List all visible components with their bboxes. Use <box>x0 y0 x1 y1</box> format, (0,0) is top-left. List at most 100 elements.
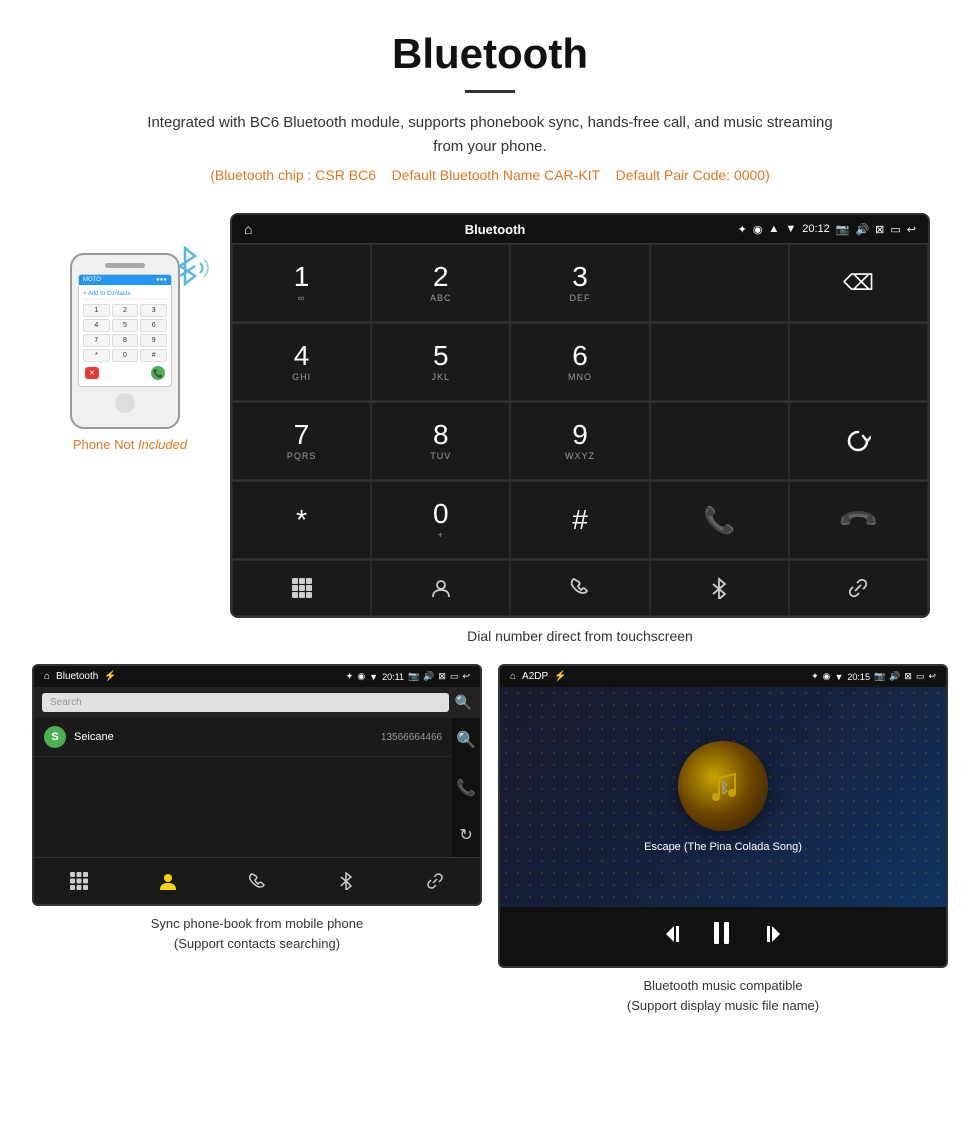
phone-container: MOTO ●●● + Add to Contacts 1 2 3 4 5 6 7… <box>50 213 210 452</box>
music-next-button[interactable] <box>761 923 783 951</box>
dial-key-5[interactable]: 5 JKL <box>371 323 510 401</box>
pb-right-refresh[interactable]: ↻ <box>456 819 476 851</box>
music-home-icon: ⌂ <box>510 671 516 682</box>
phonebook-caption: Sync phone-book from mobile phone (Suppo… <box>32 914 482 953</box>
phone-key-0[interactable]: 0 <box>112 349 139 362</box>
dial-bottom-bar <box>232 559 928 616</box>
spec-chip: Bluetooth chip : CSR BC6 <box>215 167 376 183</box>
dial-key-8[interactable]: 8 TUV <box>371 402 510 480</box>
dial-key-6[interactable]: 6 MNO <box>510 323 649 401</box>
back-icon: ↩ <box>907 223 916 236</box>
page-description: Integrated with BC6 Bluetooth module, su… <box>140 111 840 159</box>
pb-empty-space <box>34 757 452 857</box>
pb-win: ▭ <box>450 671 459 682</box>
dial-key-refresh[interactable] <box>789 402 928 480</box>
dial-key-empty-1 <box>650 244 789 322</box>
phone-key-8[interactable]: 8 <box>112 334 139 347</box>
phone-not-included-label: Phone Not Included <box>73 437 187 452</box>
music-status-left: ⌂ A2DP ⚡ <box>510 671 567 682</box>
camera-icon: 📷 <box>836 223 850 236</box>
pb-status-left: ⌂ Bluetooth ⚡ <box>44 671 117 682</box>
dial-key-1[interactable]: 1 ∞ <box>232 244 371 322</box>
pb-contact-list: S Seicane 13566664466 <box>34 718 452 857</box>
volume-icon: 🔊 <box>855 223 869 236</box>
phone-key-3[interactable]: 3 <box>140 304 167 317</box>
dial-key-call-red[interactable]: 📞 <box>789 481 928 559</box>
music-signal: ▼ <box>835 672 844 682</box>
phone-key-1[interactable]: 1 <box>83 304 110 317</box>
dial-key-3[interactable]: 3 DEF <box>510 244 649 322</box>
phone-not-text: Phone Not <box>73 437 138 452</box>
phone-key-star[interactable]: * <box>83 349 110 362</box>
pb-bottom-bar <box>34 857 480 904</box>
dial-key-hash[interactable]: # <box>510 481 649 559</box>
spec-name: Default Bluetooth Name CAR-KIT <box>392 167 601 183</box>
dial-key-0[interactable]: 0 + <box>371 481 510 559</box>
dial-key-4[interactable]: 4 GHI <box>232 323 371 401</box>
music-camera: 📷 <box>874 671 885 682</box>
phone-home-button[interactable] <box>115 393 135 413</box>
pb-search-icon[interactable]: 🔍 <box>455 694 472 711</box>
phone-key-9[interactable]: 9 <box>140 334 167 347</box>
dial-key-empty-4 <box>650 402 789 480</box>
phone-key-4[interactable]: 4 <box>83 319 110 332</box>
dial-key-2[interactable]: 2 ABC <box>371 244 510 322</box>
dial-keypad-row3: 7 PQRS 8 TUV 9 WXYZ <box>232 401 928 480</box>
pb-contact-number: 13566664466 <box>381 732 442 743</box>
pb-search-placeholder: Search <box>50 697 82 708</box>
dial-contacts-icon[interactable] <box>371 560 510 616</box>
dial-key-call-green[interactable]: 📞 <box>650 481 789 559</box>
music-play-button[interactable] <box>709 919 737 954</box>
dial-bluetooth-icon[interactable] <box>650 560 789 616</box>
phone-key-6[interactable]: 6 <box>140 319 167 332</box>
bottom-screenshots: ⌂ Bluetooth ⚡ ✦ ◉ ▼ 20:11 📷 🔊 ⊠ ▭ ↩ <box>0 644 980 1035</box>
music-win: ▭ <box>916 671 925 682</box>
music-x: ⊠ <box>904 671 912 682</box>
dial-status-bar: ⌂ Bluetooth ✦ ◉ ▲ ▼ 20:12 📷 🔊 ⊠ ▭ ↩ <box>232 215 928 243</box>
pb-right-call[interactable]: 📞 <box>456 772 476 804</box>
pb-x: ⊠ <box>438 671 446 682</box>
pb-contact-avatar: S <box>44 726 66 748</box>
pb-loc-icon: ◉ <box>357 671 365 682</box>
phone-speaker <box>105 263 145 268</box>
dial-keypad-row4: * 0 + # 📞 📞 <box>232 480 928 559</box>
pb-nav-contacts[interactable] <box>123 866 212 896</box>
dial-key-7[interactable]: 7 PQRS <box>232 402 371 480</box>
dial-caption: Dial number direct from touchscreen <box>230 628 930 644</box>
pb-nav-bluetooth[interactable] <box>302 866 391 896</box>
music-back: ↩ <box>928 671 936 682</box>
spec-code: Default Pair Code: 0000 <box>616 167 765 183</box>
phonebook-screenshot-box: ⌂ Bluetooth ⚡ ✦ ◉ ▼ 20:11 📷 🔊 ⊠ ▭ ↩ <box>32 664 482 1015</box>
dial-phone-icon[interactable] <box>510 560 649 616</box>
pb-nav-grid[interactable] <box>34 866 123 896</box>
pb-nav-link[interactable] <box>391 866 480 896</box>
middle-section: MOTO ●●● + Add to Contacts 1 2 3 4 5 6 7… <box>0 213 980 644</box>
phone-key-5[interactable]: 5 <box>112 319 139 332</box>
dial-keypad-row1: 1 ∞ 2 ABC 3 DEF ⌫ <box>232 243 928 322</box>
music-main-area: Escape (The Pina Colada Song) <box>500 687 946 907</box>
pb-search-input[interactable]: Search <box>42 693 449 712</box>
phone-key-hash[interactable]: # <box>140 349 167 362</box>
dial-key-9[interactable]: 9 WXYZ <box>510 402 649 480</box>
pb-right-icons: 🔍 📞 ↻ <box>452 718 480 857</box>
phone-keypad: 1 2 3 4 5 6 7 8 9 * 0 # <box>83 304 167 362</box>
music-usb-icon: ⚡ <box>554 671 566 682</box>
dial-key-empty-2 <box>650 323 789 401</box>
music-prev-button[interactable] <box>663 923 685 951</box>
dial-key-star[interactable]: * <box>232 481 371 559</box>
music-screen: ⌂ A2DP ⚡ ✦ ◉ ▼ 20:15 📷 🔊 ⊠ ▭ ↩ <box>498 664 948 968</box>
dial-grid-icon[interactable] <box>232 560 371 616</box>
phone-key-2[interactable]: 2 <box>112 304 139 317</box>
dial-link-icon[interactable] <box>789 560 928 616</box>
pb-vol: 🔊 <box>423 671 434 682</box>
dial-key-backspace[interactable]: ⌫ <box>789 244 928 322</box>
phone-key-7[interactable]: 7 <box>83 334 110 347</box>
pb-nav-phone[interactable] <box>212 866 301 896</box>
pb-status-right: ✦ ◉ ▼ 20:11 📷 🔊 ⊠ ▭ ↩ <box>346 671 470 682</box>
home-icon: ⌂ <box>244 221 252 237</box>
title-divider <box>465 90 515 93</box>
pb-status-bar: ⌂ Bluetooth ⚡ ✦ ◉ ▼ 20:11 📷 🔊 ⊠ ▭ ↩ <box>34 666 480 687</box>
phonebook-screen: ⌂ Bluetooth ⚡ ✦ ◉ ▼ 20:11 📷 🔊 ⊠ ▭ ↩ <box>32 664 482 906</box>
pb-right-search[interactable]: 🔍 <box>456 724 476 756</box>
phone-mockup: MOTO ●●● + Add to Contacts 1 2 3 4 5 6 7… <box>70 253 190 429</box>
